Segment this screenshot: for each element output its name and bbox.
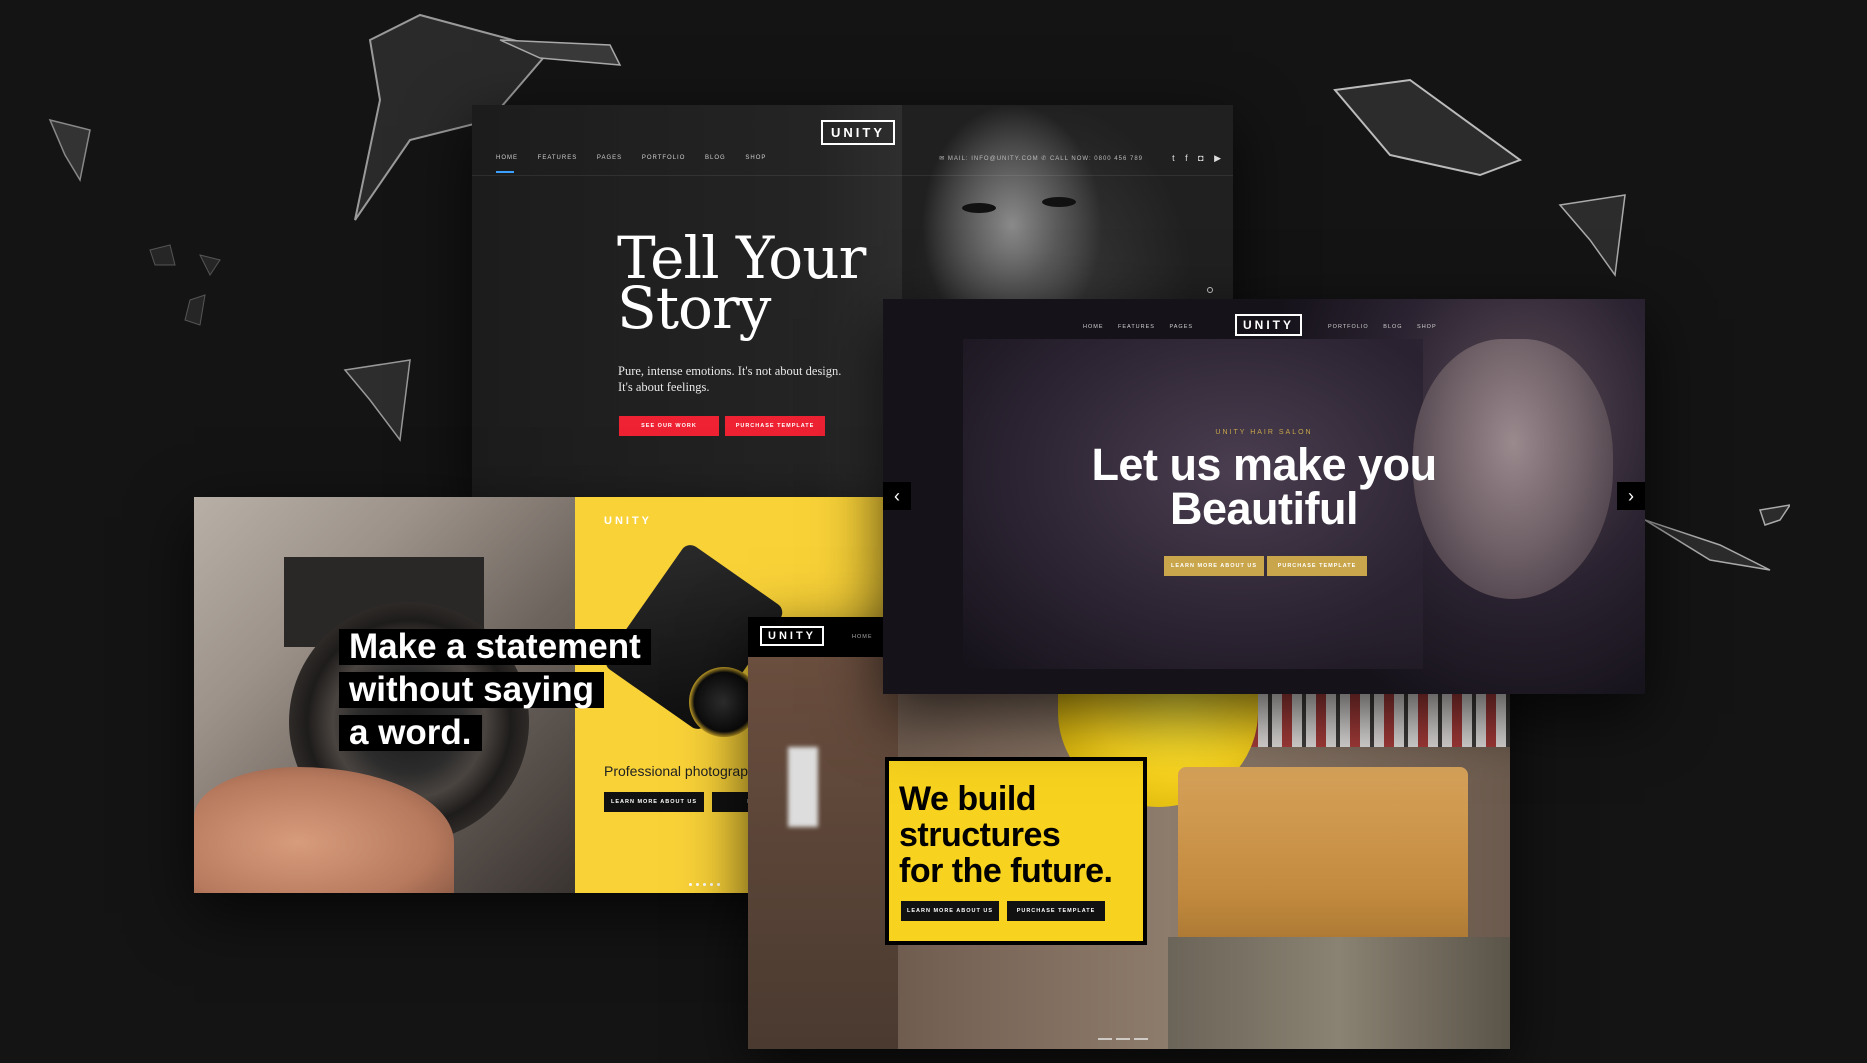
headline-line: a word. <box>339 715 482 751</box>
headline-line: without saying <box>339 672 604 708</box>
nav-pages[interactable]: PAGES <box>1170 324 1194 330</box>
nav-pages[interactable]: PAGES <box>597 155 622 161</box>
nav-features[interactable]: FEATURES <box>538 155 578 161</box>
window <box>788 747 818 827</box>
purchase-template-button[interactable]: PURCHASE TEMPLATE <box>1007 901 1105 921</box>
purchase-template-button[interactable]: PURCHASE TEMPLATE <box>725 416 825 436</box>
slider-indicators[interactable] <box>1098 1027 1152 1045</box>
nav-features[interactable]: FEATURES <box>1118 324 1155 330</box>
hero-headline: Tell Your Story <box>617 224 866 342</box>
hero-subtitle: Pure, intense emotions. It's not about d… <box>618 364 842 394</box>
nav-active-indicator <box>496 171 514 173</box>
portrait-eye <box>1042 197 1076 207</box>
instagram-icon[interactable]: ◘ <box>1198 153 1203 163</box>
unity-logo[interactable]: UNITY <box>1235 314 1302 336</box>
nav-home[interactable]: HOME <box>496 155 518 161</box>
slider-dot[interactable] <box>1207 287 1213 293</box>
see-our-work-button[interactable]: SEE OUR WORK <box>619 416 719 436</box>
main-nav: HOME FEATURES PAGES PORTFOLIO BLOG SHOP <box>496 155 784 161</box>
template-preview-hair-salon: HOME FEATURES PAGES UNITY PORTFOLIO BLOG… <box>883 299 1645 694</box>
glass-shard <box>1644 504 1790 571</box>
unity-logo[interactable]: UNITY <box>821 120 895 145</box>
tagline: Professional photograph <box>604 763 756 779</box>
hero-headline: We build structures for the future. <box>899 780 1113 890</box>
twitter-icon[interactable]: t <box>1172 153 1175 163</box>
youtube-icon[interactable]: ▶ <box>1214 153 1221 163</box>
purchase-template-button[interactable]: PURCHASE TEMPLATE <box>1267 556 1367 576</box>
hero-headline: Make a statement without saying a word. <box>339 629 651 758</box>
headline-line: for the future. <box>899 852 1113 890</box>
chevron-left-icon[interactable]: ‹ <box>883 482 911 510</box>
headline-line: Let us make you <box>1091 439 1437 490</box>
nav-right: PORTFOLIO BLOG SHOP <box>1328 324 1437 330</box>
facebook-icon[interactable]: f <box>1185 153 1188 163</box>
nav-portfolio[interactable]: PORTFOLIO <box>642 155 686 161</box>
building-background <box>748 657 898 1049</box>
nav-home[interactable]: HOME <box>852 634 873 640</box>
learn-more-button[interactable]: LEARN MORE ABOUT US <box>901 901 999 921</box>
glass-shard <box>149 244 221 326</box>
portrait-eye <box>962 203 996 213</box>
hero-box: We build structures for the future. LEAR… <box>885 757 1147 945</box>
unity-logo[interactable]: UNITY <box>760 626 824 646</box>
glass-shard <box>1558 194 1626 277</box>
learn-more-button[interactable]: LEARN MORE ABOUT US <box>1164 556 1264 576</box>
social-links: t f ◘ ▶ <box>1164 153 1221 164</box>
eyebrow-label: UNITY HAIR SALON <box>1215 429 1313 436</box>
nav-blog[interactable]: BLOG <box>705 155 726 161</box>
nav-shop[interactable]: SHOP <box>1417 324 1437 330</box>
headline-line: Beautiful <box>1169 483 1359 534</box>
headline-line: structures <box>899 816 1061 854</box>
contact-info: ✉ MAIL: INFO@UNITY.COM ✆ CALL NOW: 0800 … <box>939 156 1143 162</box>
slider-dots[interactable] <box>689 873 724 891</box>
glass-shard <box>1333 78 1523 177</box>
unity-logo[interactable]: UNITY <box>604 515 652 527</box>
headline-line: We build <box>899 780 1037 818</box>
nav-portfolio[interactable]: PORTFOLIO <box>1328 324 1369 330</box>
jeans <box>1168 937 1510 1049</box>
glass-shard <box>343 359 411 442</box>
nav-home[interactable]: HOME <box>1083 324 1104 330</box>
nav-shop[interactable]: SHOP <box>745 155 766 161</box>
headline-line: Make a statement <box>339 629 651 665</box>
hero-headline: Let us make you Beautiful <box>883 439 1645 534</box>
glass-shard <box>48 118 91 183</box>
nav-blog[interactable]: BLOG <box>1383 324 1402 330</box>
learn-more-button[interactable]: LEARN MORE ABOUT US <box>604 792 704 812</box>
chevron-right-icon[interactable]: › <box>1617 482 1645 510</box>
header-divider <box>472 175 1233 176</box>
nav-left: HOME FEATURES PAGES <box>1083 324 1193 330</box>
